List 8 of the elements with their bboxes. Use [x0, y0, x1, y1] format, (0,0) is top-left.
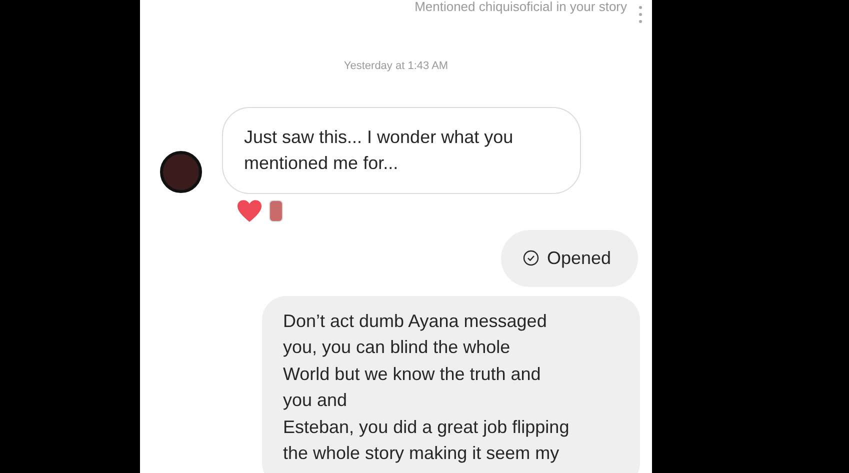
read-status: Opened: [547, 246, 612, 270]
message-bubble: Just saw this... I wonder what you mentioned me for...: [222, 106, 581, 194]
reaction-thumbnail-placeholder: [269, 200, 283, 222]
message-bubble: Don’t act dumb Ayana messaged you, you can blind the whole World but we know the truth and you and Esteban, you did a great job flipping the whole story making it seem my: [262, 296, 640, 473]
check-circle-icon: [523, 250, 539, 266]
avatar-placeholder: [160, 150, 202, 192]
story-mention-notice: Mentioned chiquisoficial in your story: [414, 0, 627, 14]
timestamp: Yesterday at 1:43 AM: [342, 59, 450, 74]
